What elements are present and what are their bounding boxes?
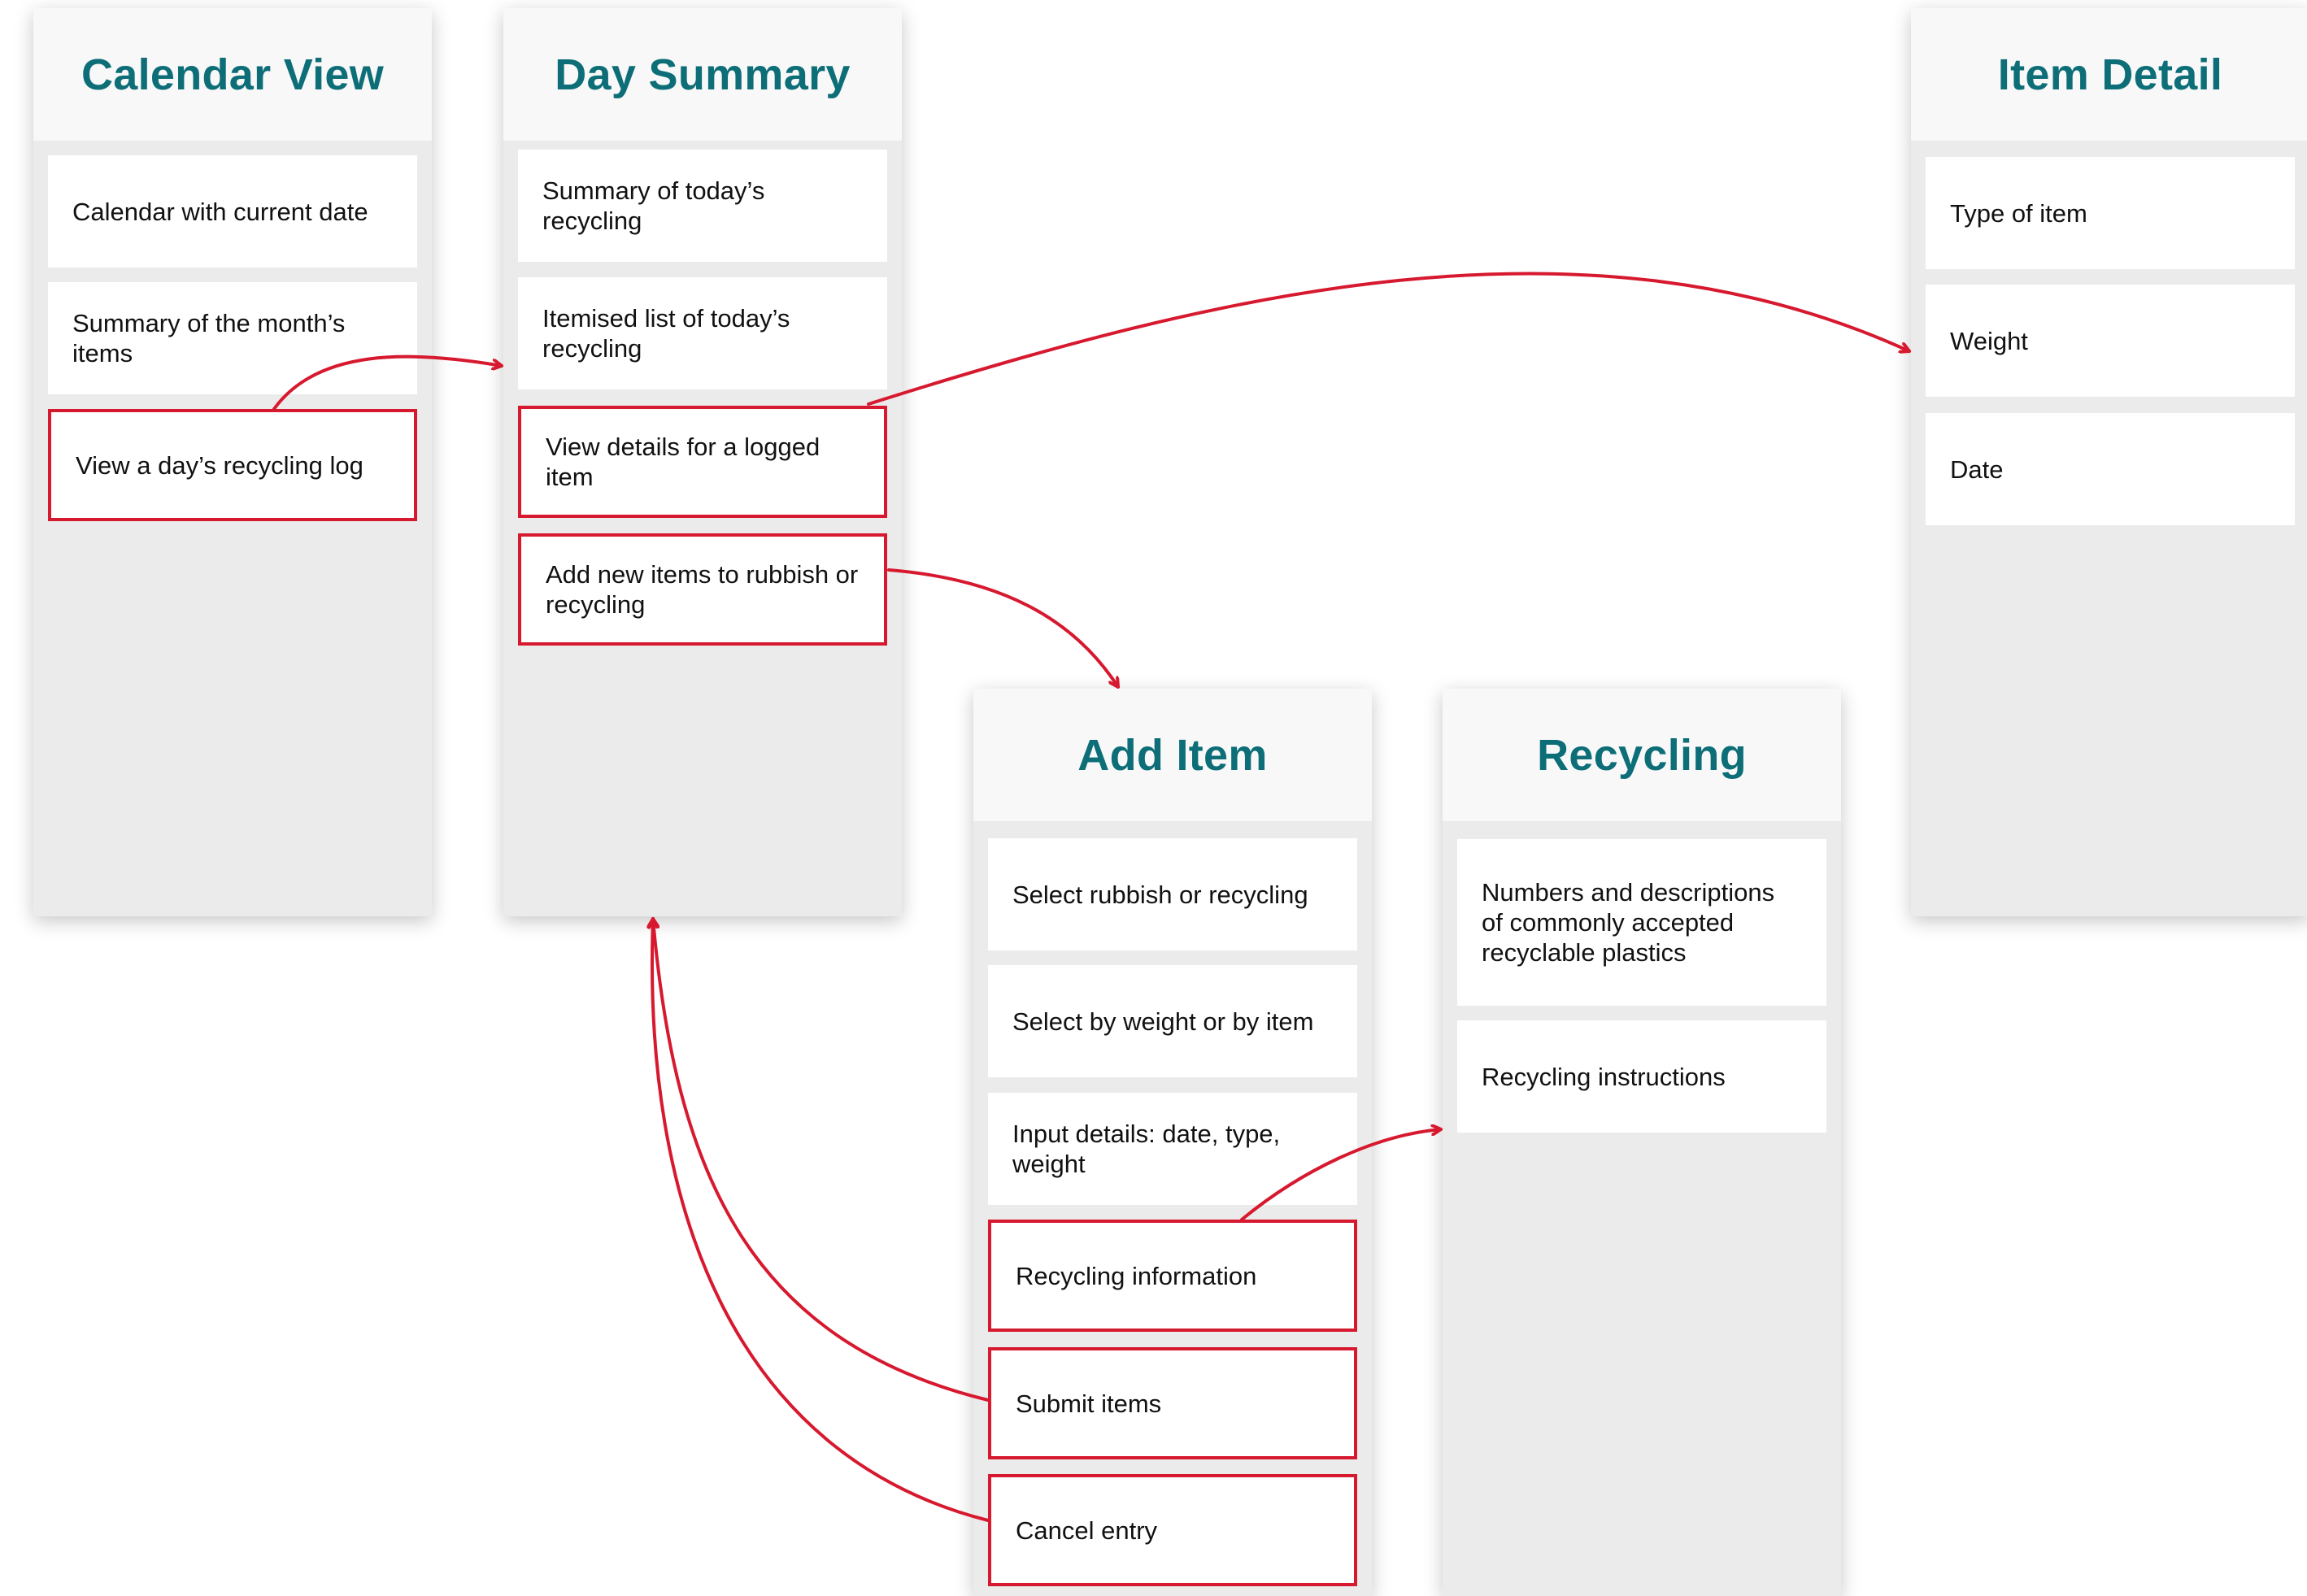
screen-day-summary: Day Summary Summary of today’s recycling… bbox=[503, 8, 902, 916]
screen-header: Recycling bbox=[1443, 689, 1841, 821]
card-add-new-items[interactable]: Add new items to rubbish or recycling bbox=[518, 533, 887, 646]
card-view-item-details[interactable]: View details for a logged item bbox=[518, 406, 887, 518]
flow-arrow-day-summary-to-add-item bbox=[887, 568, 1120, 689]
card-today-summary: Summary of today’s recycling bbox=[518, 150, 887, 262]
card-select-rubbish-recycling: Select rubbish or recycling bbox=[988, 838, 1357, 950]
screen-header: Item Detail bbox=[1911, 8, 2307, 141]
screen-title: Add Item bbox=[1077, 730, 1268, 780]
screen-recycling: Recycling Numbers and descriptions of co… bbox=[1443, 689, 1841, 1596]
card-weight: Weight bbox=[1926, 285, 2295, 397]
screen-title: Calendar View bbox=[81, 50, 385, 99]
card-submit-items[interactable]: Submit items bbox=[988, 1347, 1357, 1459]
card-itemised-list: Itemised list of today’s recycling bbox=[518, 277, 887, 389]
screen-item-detail: Item Detail Type of item Weight Date bbox=[1911, 8, 2307, 916]
screen-header: Day Summary bbox=[503, 8, 902, 141]
screen-title: Recycling bbox=[1537, 730, 1747, 780]
screen-title: Day Summary bbox=[555, 50, 851, 99]
screen-header: Add Item bbox=[973, 689, 1372, 821]
card-recycling-instructions: Recycling instructions bbox=[1457, 1020, 1826, 1133]
flow-arrow-submit-to-day-summary bbox=[653, 917, 990, 1402]
flow-arrow-cancel-to-day-summary bbox=[652, 917, 990, 1522]
screen-calendar-view: Calendar View Calendar with current date… bbox=[33, 8, 432, 916]
card-month-summary: Summary of the month’s items bbox=[48, 282, 417, 394]
card-calendar-current-date: Calendar with current date bbox=[48, 155, 417, 267]
screen-title: Item Detail bbox=[1997, 50, 2223, 99]
card-select-weight-item: Select by weight or by item bbox=[988, 965, 1357, 1077]
flow-arrow-day-summary-to-item-detail bbox=[867, 272, 1911, 406]
screen-add-item: Add Item Select rubbish or recycling Sel… bbox=[973, 689, 1372, 1596]
card-plastics-descriptions: Numbers and descriptions of commonly acc… bbox=[1457, 839, 1826, 1006]
card-type-of-item: Type of item bbox=[1926, 157, 2295, 269]
card-view-day-log[interactable]: View a day’s recycling log bbox=[48, 409, 417, 521]
card-date: Date bbox=[1926, 413, 2295, 525]
screen-header: Calendar View bbox=[33, 8, 432, 141]
card-input-details: Input details: date, type, weight bbox=[988, 1093, 1357, 1205]
card-cancel-entry[interactable]: Cancel entry bbox=[988, 1474, 1357, 1586]
card-recycling-information[interactable]: Recycling information bbox=[988, 1220, 1357, 1332]
